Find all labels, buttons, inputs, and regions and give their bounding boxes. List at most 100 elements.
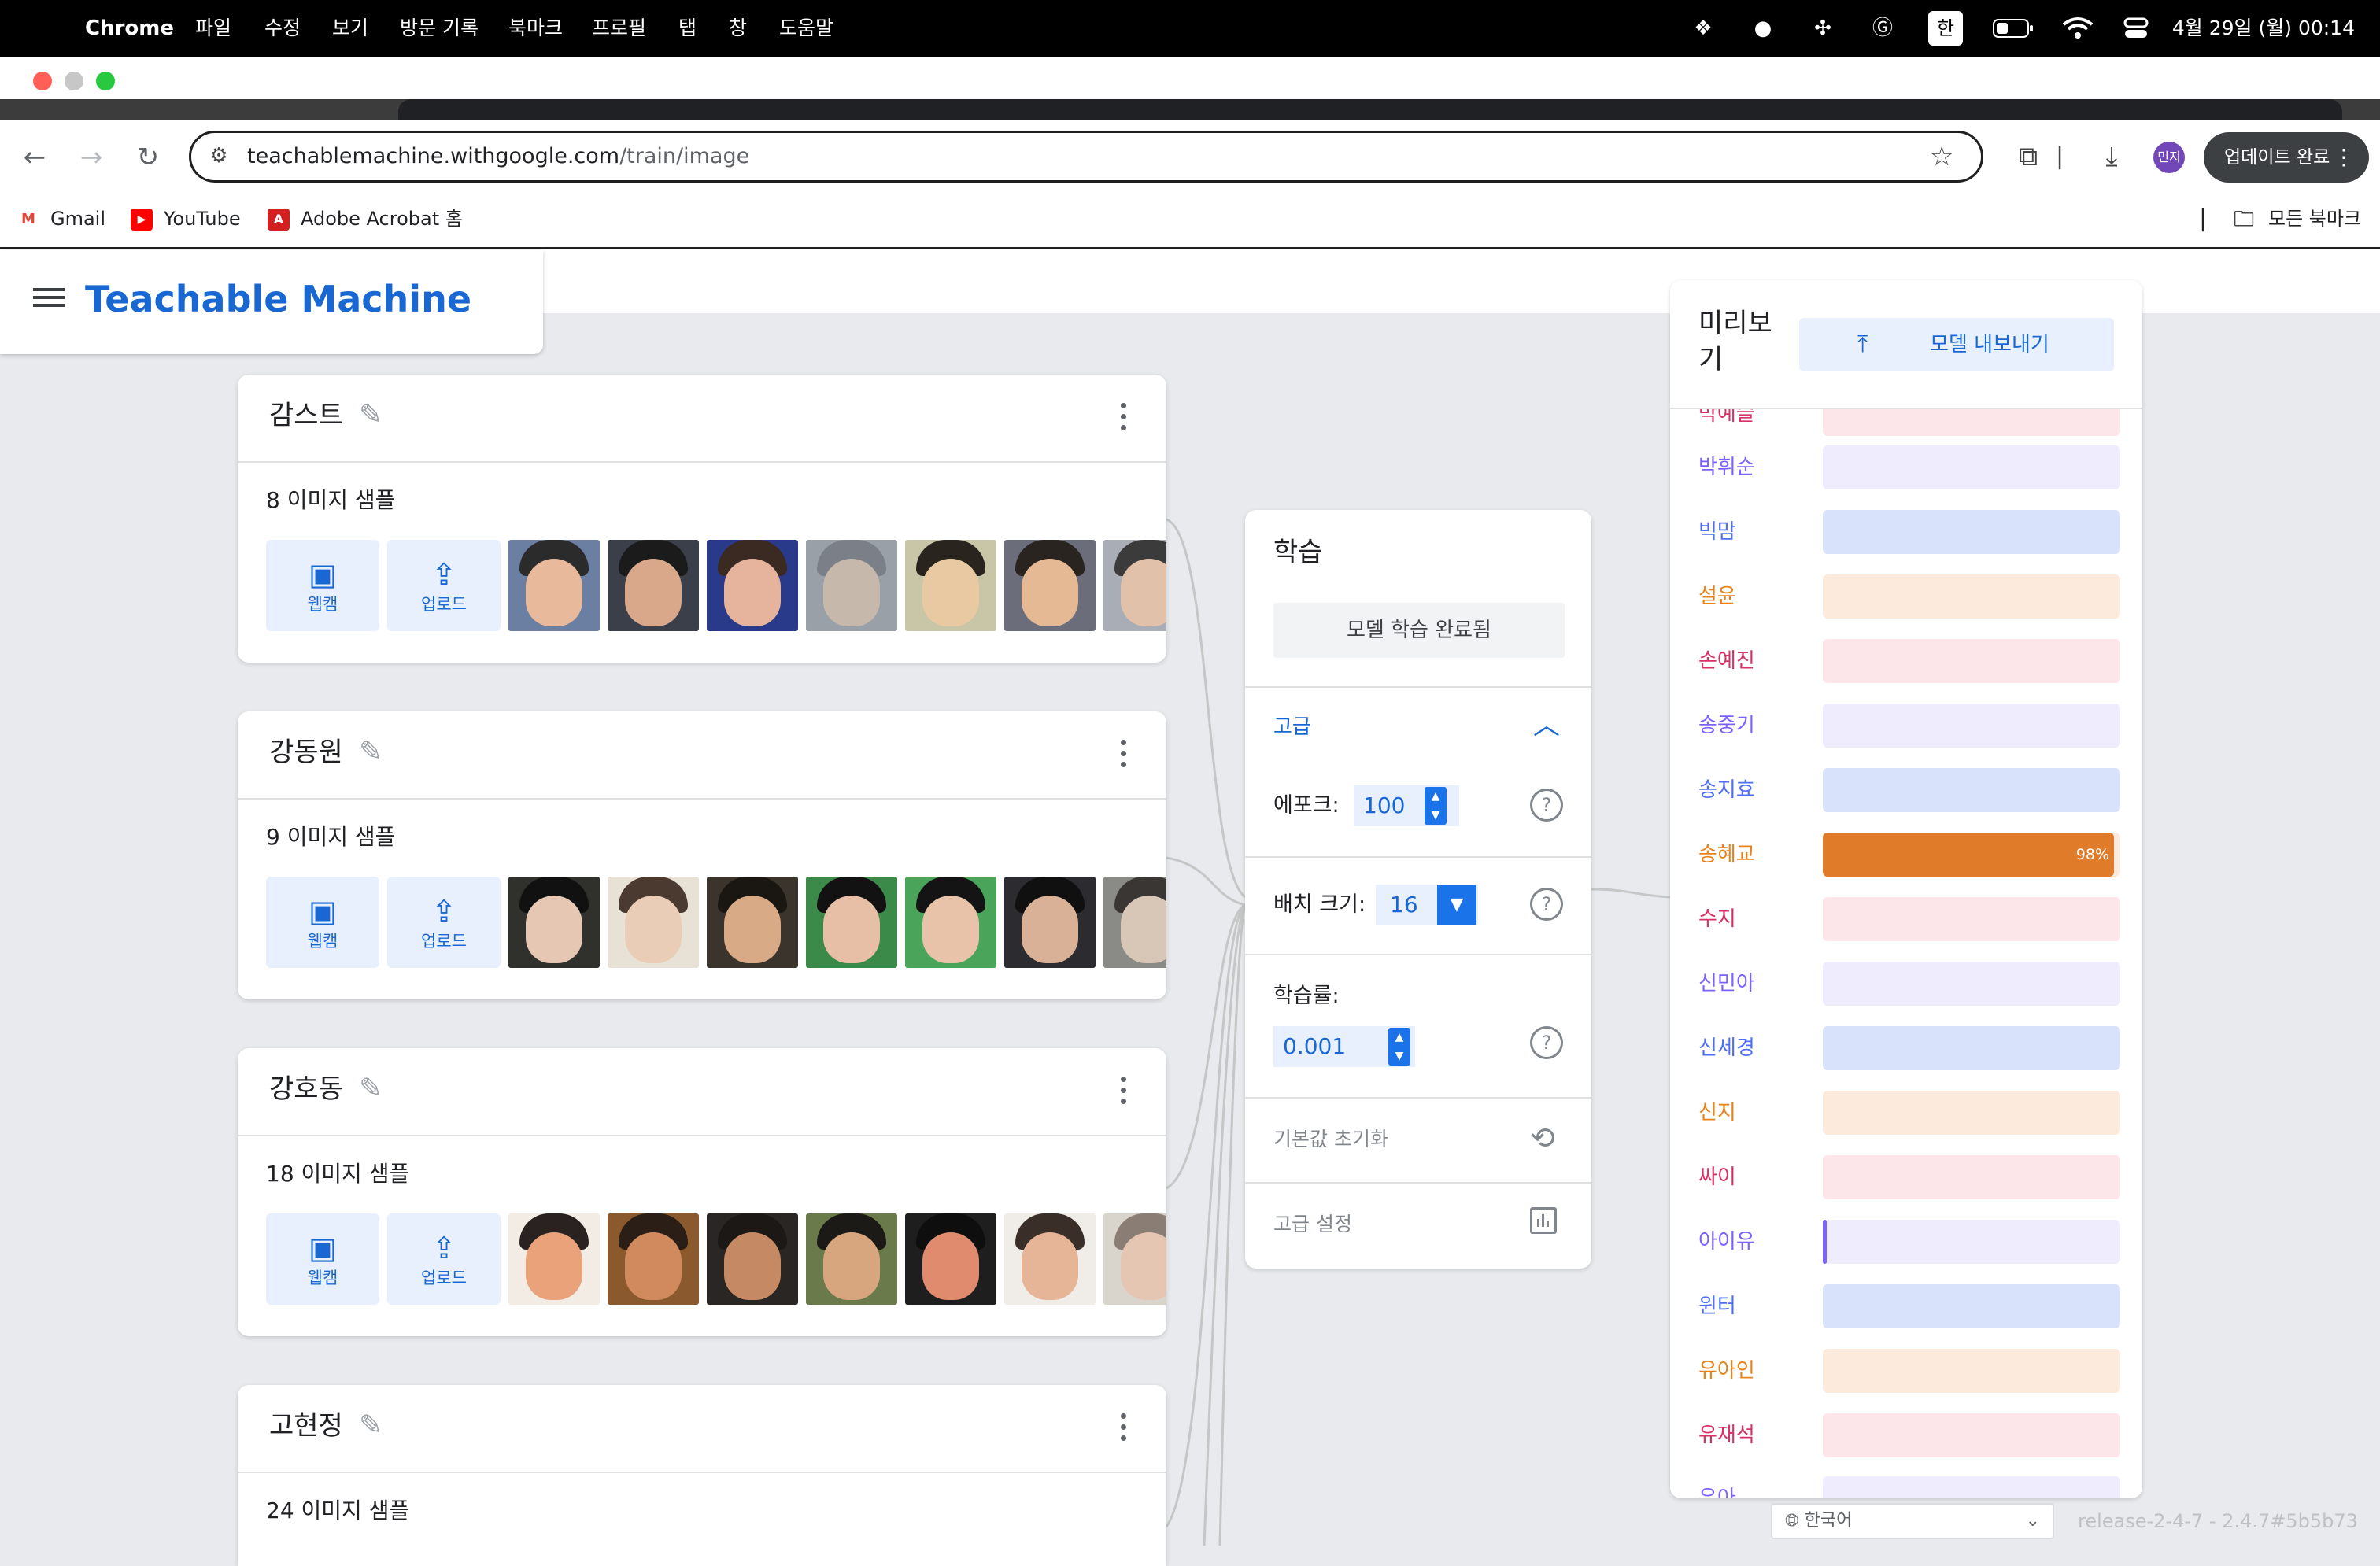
learning-rate-stepper-icon[interactable]: ▲ ▼ [1388, 1028, 1410, 1066]
language-select[interactable]: 🌐︎ 한국어 ⌄ [1771, 1503, 2054, 1539]
card-divider [238, 1472, 1166, 1473]
upload-button[interactable]: ⇪ 업로드 [387, 877, 501, 968]
language-value: 한국어 [1804, 1511, 1853, 1531]
edit-pencil-icon[interactable]: ✎ [359, 398, 382, 433]
class-card: 강호동 ✎ 18 이미지 샘플 ▣ 웹캠 ⇪ 업로드 [238, 1048, 1166, 1336]
sample-thumbnail[interactable] [608, 1213, 699, 1305]
edit-pencil-icon[interactable]: ✎ [359, 1072, 382, 1106]
sample-thumbnail[interactable] [508, 1213, 600, 1305]
upload-button[interactable]: ⇪ 업로드 [387, 1213, 501, 1305]
release-version: release-2-4-7 - 2.4.7#5b5b73 [2078, 1510, 2358, 1532]
epochs-stepper-icon[interactable]: ▲ ▼ [1425, 787, 1447, 825]
help-icon[interactable]: ? [1530, 789, 1563, 822]
class-options-icon[interactable] [1121, 403, 1129, 436]
edit-pencil-icon[interactable]: ✎ [359, 735, 382, 770]
sample-count: 18 이미지 샘플 [266, 1161, 410, 1187]
preview-class-name: 빅맘 [1698, 520, 1736, 544]
export-upload-icon: ⤒ [1857, 331, 1868, 358]
training-divider [1245, 686, 1591, 688]
help-icon[interactable]: ? [1530, 1026, 1563, 1059]
confidence-bar [1823, 1476, 2120, 1498]
help-icon[interactable]: ? [1530, 888, 1563, 921]
preview-class-name: 박예슬 [1698, 409, 1755, 426]
sample-thumbnail[interactable] [1004, 540, 1096, 631]
webcam-button[interactable]: ▣ 웹캠 [266, 1213, 379, 1305]
sample-thumbnail[interactable] [508, 540, 600, 631]
sample-thumbnail[interactable] [905, 1213, 996, 1305]
preview-scroll-area[interactable]: 박예슬 박휘순 빅맘 설윤 손예진 송중기 송지효 송혜교 98% 수지 신민아 신세경 신지 싸이 아이… [1670, 409, 2142, 1498]
class-name[interactable]: 고현정 [269, 1407, 343, 1445]
sample-count: 9 이미지 샘플 [266, 824, 396, 850]
webcam-button[interactable]: ▣ 웹캠 [266, 540, 379, 631]
history-icon[interactable]: ⟲ [1530, 1122, 1555, 1154]
advanced-settings-button[interactable]: 고급 설정 [1273, 1209, 1352, 1240]
confidence-bar [1823, 1220, 2120, 1264]
preview-class-name: 송혜교 [1698, 843, 1755, 866]
preview-class-name: 유재석 [1698, 1424, 1755, 1447]
webcam-label: 웹캠 [307, 595, 338, 614]
class-options-icon[interactable] [1121, 1077, 1129, 1110]
preview-title: 미리보 기 [1698, 308, 1772, 375]
app-title[interactable]: Teachable Machine [85, 274, 471, 324]
webcam-button[interactable]: ▣ 웹캠 [266, 877, 379, 968]
training-divider [1245, 856, 1591, 858]
sample-thumbnail[interactable] [608, 540, 699, 631]
chevron-down-icon: ⌄ [2025, 1511, 2040, 1531]
advanced-toggle[interactable]: 고급 [1273, 711, 1311, 743]
sample-thumbnail[interactable] [806, 877, 897, 968]
preview-class-name: 수지 [1698, 907, 1736, 931]
class-options-icon[interactable] [1121, 1413, 1129, 1446]
class-card: 감스트 ✎ 8 이미지 샘플 ▣ 웹캠 ⇪ 업로드 [238, 375, 1166, 663]
preview-class-name: 유아인 [1698, 1359, 1755, 1383]
upload-icon: ⇪ [431, 1231, 456, 1265]
confidence-bar [1823, 574, 2120, 619]
chevron-up-icon[interactable]: ︿ [1533, 710, 1560, 741]
confidence-fill [1823, 1220, 1827, 1264]
train-model-button[interactable]: 모델 학습 완료됨 [1273, 603, 1565, 658]
sample-thumbnail[interactable] [707, 540, 798, 631]
class-options-icon[interactable] [1121, 740, 1129, 773]
preview-class-name: 손예진 [1698, 649, 1755, 673]
training-title: 학습 [1273, 537, 1323, 568]
card-divider [238, 461, 1166, 463]
chevron-down-icon[interactable]: ▼ [1437, 885, 1476, 925]
class-name[interactable]: 강동원 [269, 733, 343, 771]
sample-thumbnail[interactable] [1004, 1213, 1096, 1305]
sample-thumbnail[interactable] [905, 877, 996, 968]
edit-pencil-icon[interactable]: ✎ [359, 1409, 382, 1443]
sample-thumbnail[interactable] [1004, 877, 1096, 968]
export-model-button[interactable]: ⤒ 모델 내보내기 [1799, 318, 2114, 371]
upload-label: 업로드 [421, 595, 467, 614]
training-divider [1245, 1097, 1591, 1099]
sample-thumbnail[interactable] [806, 540, 897, 631]
confidence-fill [1823, 833, 2115, 877]
sample-thumbnail[interactable] [1103, 877, 1166, 968]
bar-chart-icon[interactable] [1530, 1207, 1557, 1234]
preview-class-name: 싸이 [1698, 1165, 1736, 1189]
sample-thumbnail[interactable] [806, 1213, 897, 1305]
confidence-bar [1823, 445, 2120, 489]
webcam-icon: ▣ [309, 1231, 337, 1265]
card-divider [238, 798, 1166, 800]
sample-thumbnail[interactable] [707, 1213, 798, 1305]
confidence-bar [1823, 639, 2120, 683]
confidence-bar [1823, 1413, 2120, 1457]
class-name[interactable]: 감스트 [269, 397, 343, 434]
menu-icon[interactable] [33, 283, 65, 315]
reset-defaults-button[interactable]: 기본값 초기화 [1273, 1124, 1388, 1155]
sample-thumbnail[interactable] [905, 540, 996, 631]
training-divider [1245, 954, 1591, 955]
epochs-label: 에포크: [1273, 793, 1340, 818]
preview-class-name: 신민아 [1698, 972, 1755, 995]
preview-class-name: 신세경 [1698, 1036, 1755, 1060]
sample-thumbnail[interactable] [1103, 540, 1166, 631]
sample-thumbnail[interactable] [508, 877, 600, 968]
class-name[interactable]: 강호동 [269, 1070, 343, 1108]
preview-class-name: 유아 [1698, 1487, 1736, 1498]
upload-button[interactable]: ⇪ 업로드 [387, 540, 501, 631]
batch-size-label: 배치 크기: [1273, 892, 1366, 917]
sample-thumbnail[interactable] [707, 877, 798, 968]
preview-class-name: 박휘순 [1698, 456, 1755, 479]
sample-thumbnail[interactable] [1103, 1213, 1166, 1305]
sample-thumbnail[interactable] [608, 877, 699, 968]
